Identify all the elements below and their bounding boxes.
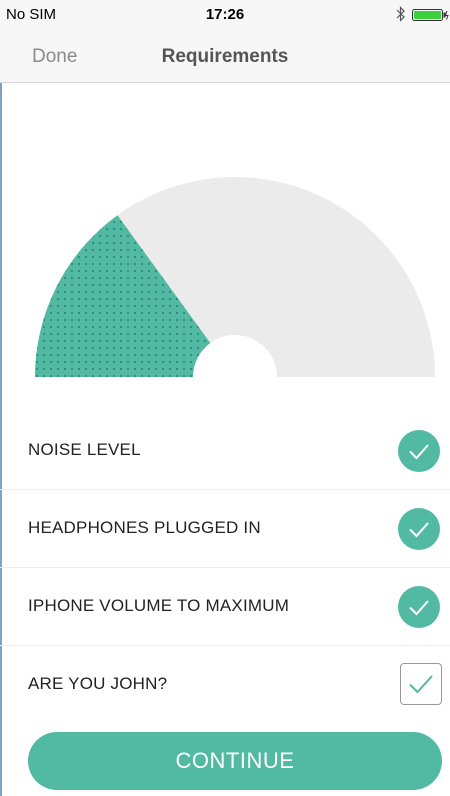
- continue-button[interactable]: CONTINUE: [28, 732, 442, 790]
- requirement-row-volume: IPHONE VOLUME TO MAXIMUM: [0, 568, 450, 646]
- requirements-list: NOISE LEVEL HEADPHONES PLUGGED IN IPHONE…: [0, 412, 450, 723]
- status-bar: No SIM 17:26: [0, 0, 450, 30]
- clock: 17:26: [205, 6, 245, 23]
- requirement-row-identity: ARE YOU JOHN?: [0, 646, 450, 723]
- noise-level-gauge: [35, 177, 435, 377]
- checkbox-icon: [409, 675, 433, 694]
- navigation-bar: Done Requirements: [0, 30, 450, 83]
- page-title: Requirements: [161, 46, 289, 67]
- requirement-row-headphones: HEADPHONES PLUGGED IN: [0, 490, 450, 568]
- identity-checkbox[interactable]: [400, 663, 442, 705]
- requirement-label: NOISE LEVEL: [28, 440, 141, 459]
- requirement-row-noise-level: NOISE LEVEL: [0, 412, 450, 490]
- check-circle-icon: [398, 430, 440, 472]
- battery-icon: [412, 9, 449, 21]
- bluetooth-icon: [396, 6, 405, 22]
- requirement-label: ARE YOU JOHN?: [28, 674, 168, 693]
- check-circle-icon: [398, 586, 440, 628]
- screen: No SIM 17:26 Done Requirements NOISE LEV: [0, 0, 450, 796]
- check-circle-icon: [398, 508, 440, 550]
- requirement-label: IPHONE VOLUME TO MAXIMUM: [28, 596, 290, 615]
- requirement-label: HEADPHONES PLUGGED IN: [28, 518, 261, 537]
